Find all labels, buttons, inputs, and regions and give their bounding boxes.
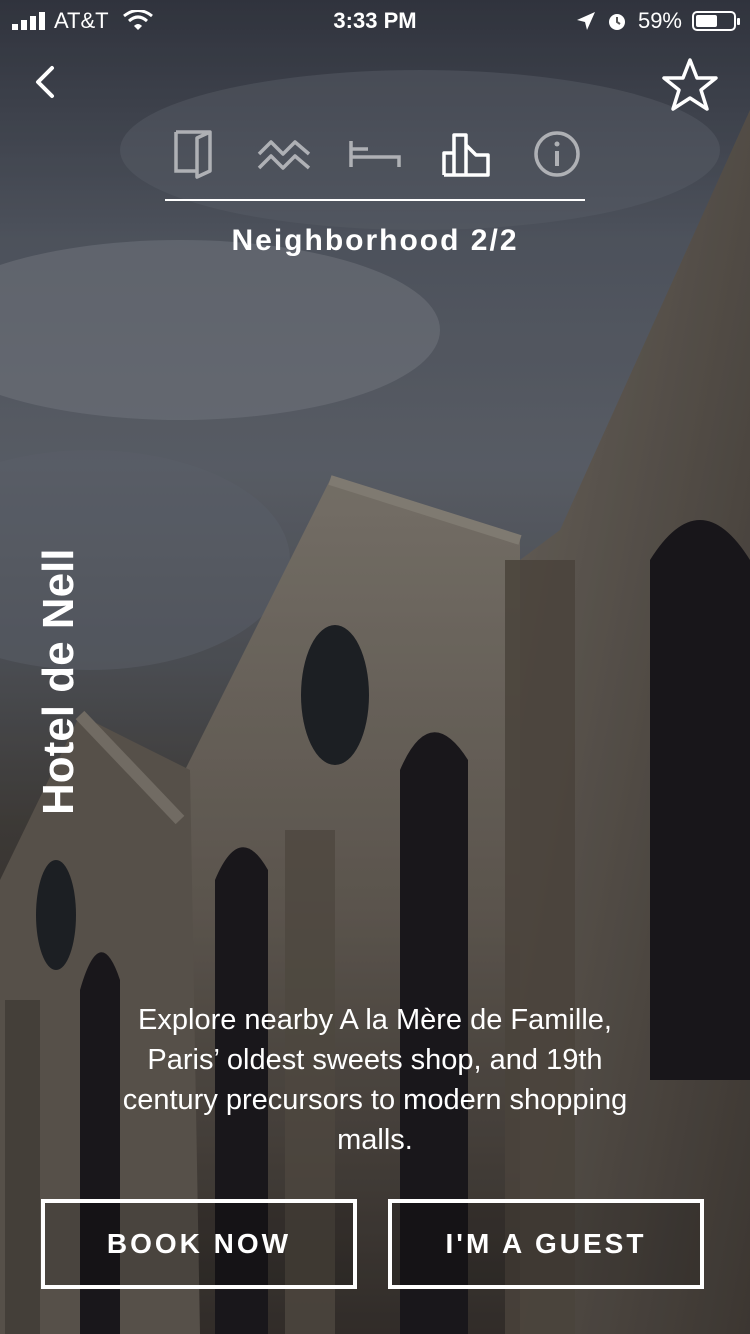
book-now-button[interactable]: BOOK NOW [41,1199,357,1289]
door-icon [174,130,212,179]
tab-amenities[interactable] [256,128,312,180]
alarm-icon [608,14,625,30]
buildings-icon [442,133,490,177]
tab-info[interactable] [529,128,585,180]
favorite-button[interactable] [660,56,720,116]
chevron-left-icon [36,66,54,98]
tab-neighborhood[interactable] [438,128,494,180]
status-bar: AT&T 3:33 PM 59% [0,0,750,40]
waves-icon [257,140,311,170]
status-right-group: 59% [576,8,740,34]
battery-percent: 59% [637,8,682,33]
hotel-name: Hotel de Nell [34,548,83,816]
back-button[interactable] [26,60,70,104]
im-a-guest-button[interactable]: I'M A GUEST [388,1199,704,1289]
battery-icon [692,11,740,31]
battery-fill [696,15,717,27]
location-arrow-icon [576,12,595,30]
bed-icon [349,141,401,167]
hotel-screen: AT&T 3:33 PM 59% Neighborhood 2/2 Hotel … [0,0,750,1334]
star-outline-icon [662,58,718,111]
description-text: Explore nearby A la Mère de Famille, Par… [122,1004,628,1156]
tabs-divider [165,199,585,201]
section-title: Neighborhood 2/2 [231,224,519,257]
info-icon [534,131,580,177]
tab-room[interactable] [165,128,221,180]
tab-rooms[interactable] [347,128,403,180]
section-tabs [165,128,585,180]
